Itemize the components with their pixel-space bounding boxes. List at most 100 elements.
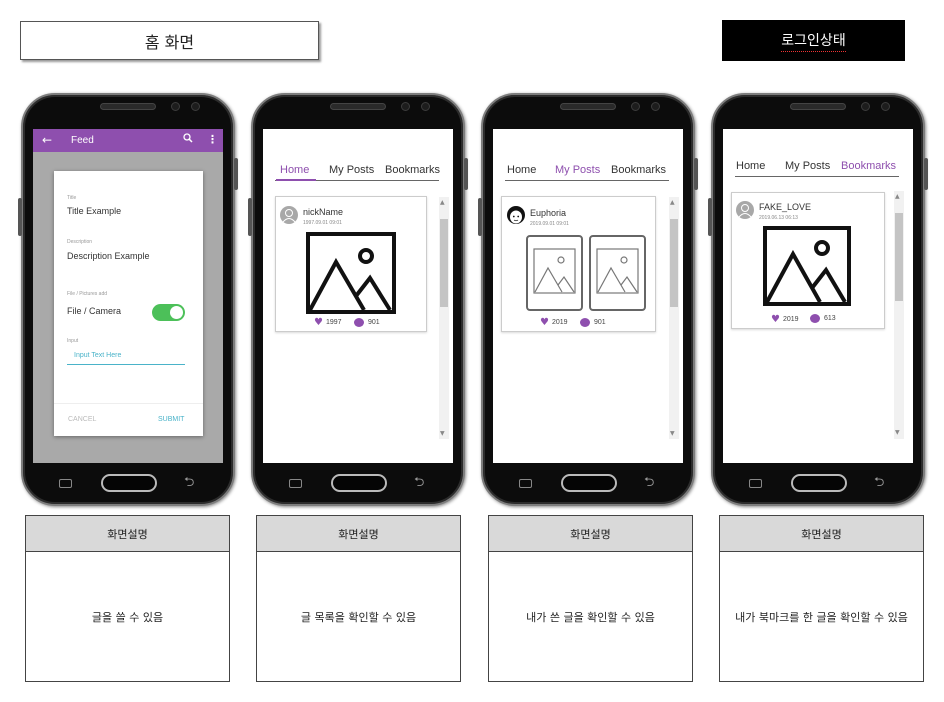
image-icon — [526, 235, 583, 316]
like-count-value: 1997 — [325, 319, 342, 326]
comment-count[interactable]: 901 — [580, 318, 606, 327]
tab-home[interactable]: Home — [736, 160, 765, 172]
like-count[interactable]: ♥ 2019 — [540, 317, 568, 328]
description-text: 내가 북마크를 한 글을 확인할 수 있음 — [735, 610, 908, 624]
tab-bookmarks[interactable]: Bookmarks — [611, 164, 666, 176]
cancel-button[interactable]: CANCEL — [68, 416, 96, 423]
comment-icon — [354, 318, 364, 327]
scroll-down-icon[interactable]: ▼ — [895, 429, 900, 436]
scroll-up-icon[interactable]: ▲ — [895, 193, 900, 200]
scrollbar[interactable]: ▲ ▼ — [669, 197, 679, 439]
phone-screen: ← Feed ⋮ Title Title Example Description… — [33, 129, 223, 463]
search-icon[interactable] — [183, 133, 193, 146]
back-key-icon[interactable]: ⮌ — [184, 473, 194, 495]
input-field[interactable]: Input Text Here — [74, 352, 121, 359]
post-card[interactable]: Euphoria 2019.09.01 09:01 ♥ 2019 901 — [501, 196, 656, 332]
speaker-grille — [790, 103, 846, 110]
tab-bookmarks[interactable]: Bookmarks — [385, 164, 440, 176]
file-camera-toggle[interactable] — [152, 304, 185, 321]
camera-icon — [861, 102, 870, 111]
scroll-down-icon[interactable]: ▼ — [670, 430, 675, 437]
scrollbar-thumb[interactable] — [895, 213, 903, 301]
home-button[interactable] — [791, 474, 847, 492]
like-count-value: 2019 — [782, 316, 799, 323]
scrollbar[interactable]: ▲ ▼ — [439, 197, 449, 439]
post-author: Euphoria — [530, 208, 567, 218]
tab-home[interactable]: Home — [507, 164, 536, 176]
image-icon — [589, 235, 646, 316]
description-caption: Description — [67, 239, 93, 245]
scroll-down-icon[interactable]: ▼ — [440, 430, 445, 437]
power-button — [234, 158, 238, 190]
sensor-icon — [881, 102, 890, 111]
avatar — [736, 201, 754, 219]
speaker-grille — [330, 103, 386, 110]
like-count-value: 2019 — [551, 319, 568, 326]
screen-description-table: 화면설명 내가 쓴 글을 확인할 수 있음 — [488, 515, 693, 682]
scrollbar-thumb[interactable] — [440, 219, 448, 307]
back-key-icon[interactable]: ⮌ — [874, 473, 884, 495]
speaker-grille — [560, 103, 616, 110]
app-bar-title: Feed — [71, 135, 94, 146]
home-button[interactable] — [101, 474, 157, 492]
phone-feed-write: ← Feed ⋮ Title Title Example Description… — [18, 93, 238, 506]
image-icon — [306, 232, 396, 319]
menu-key-icon[interactable] — [59, 479, 72, 488]
screen-description-table: 화면설명 글을 쓸 수 있음 — [25, 515, 230, 682]
heart-icon: ♥ — [540, 317, 549, 328]
tab-my-posts[interactable]: My Posts — [329, 164, 374, 176]
menu-key-icon[interactable] — [519, 479, 532, 488]
scrollbar[interactable]: ▲ ▼ — [894, 191, 904, 439]
description-text: 글 목록을 확인할 수 있음 — [300, 610, 417, 624]
comment-count[interactable]: 613 — [810, 314, 836, 323]
title-caption: Title — [67, 195, 77, 201]
tab-bookmarks[interactable]: Bookmarks — [841, 160, 896, 172]
like-count[interactable]: ♥ 1997 — [314, 317, 342, 328]
scroll-up-icon[interactable]: ▲ — [440, 199, 445, 206]
screen-description-table: 화면설명 글 목록을 확인할 수 있음 — [256, 515, 461, 682]
volume-button — [248, 198, 252, 236]
power-button — [464, 158, 468, 190]
volume-button — [478, 198, 482, 236]
tab-home[interactable]: Home — [280, 164, 309, 176]
phone-bookmarks: Home My Posts Bookmarks ▲ ▼ FAKE_LOVE 20… — [708, 93, 928, 506]
phone-my-posts: Home My Posts Bookmarks ▲ ▼ Euphoria 201… — [478, 93, 698, 506]
active-tab-indicator — [276, 179, 316, 181]
avatar — [506, 205, 526, 230]
tab-divider — [505, 180, 669, 181]
page-title: 홈 화면 — [20, 21, 319, 60]
toggle-knob — [170, 306, 183, 319]
scroll-up-icon[interactable]: ▲ — [670, 199, 675, 206]
tab-my-posts[interactable]: My Posts — [785, 160, 830, 172]
description-header: 화면설명 — [26, 516, 229, 552]
comment-icon — [580, 318, 590, 327]
scrollbar-thumb[interactable] — [670, 219, 678, 307]
power-button — [924, 158, 928, 190]
submit-button[interactable]: SUBMIT — [158, 416, 184, 423]
phone-screen: Home My Posts Bookmarks ▲ ▼ Euphoria 201… — [493, 129, 683, 463]
menu-key-icon[interactable] — [289, 479, 302, 488]
avatar — [280, 206, 298, 224]
post-card[interactable]: nickName 1997.09.01 09:01 ♥ 1997 901 — [275, 196, 427, 332]
comment-count[interactable]: 901 — [354, 318, 380, 327]
back-key-icon[interactable]: ⮌ — [644, 473, 654, 495]
volume-button — [708, 198, 712, 236]
arrow-left-icon[interactable]: ← — [42, 133, 52, 147]
sensor-icon — [421, 102, 430, 111]
camera-icon — [171, 102, 180, 111]
menu-key-icon[interactable] — [749, 479, 762, 488]
heart-icon: ♥ — [314, 317, 323, 328]
back-key-icon[interactable]: ⮌ — [414, 473, 424, 495]
tab-my-posts[interactable]: My Posts — [555, 164, 600, 176]
home-button[interactable] — [331, 474, 387, 492]
home-button[interactable] — [561, 474, 617, 492]
sensor-icon — [191, 102, 200, 111]
post-card[interactable]: FAKE_LOVE 2019.06.13 06:13 ♥ 2019 613 — [731, 192, 885, 329]
post-author: FAKE_LOVE — [759, 202, 812, 212]
title-field[interactable]: Title Example — [67, 206, 121, 216]
more-vertical-icon[interactable]: ⋮ — [207, 133, 218, 146]
description-text: 글을 쓸 수 있음 — [91, 610, 164, 624]
comment-count-value: 901 — [368, 319, 380, 326]
description-field[interactable]: Description Example — [67, 251, 150, 261]
like-count[interactable]: ♥ 2019 — [771, 314, 799, 325]
